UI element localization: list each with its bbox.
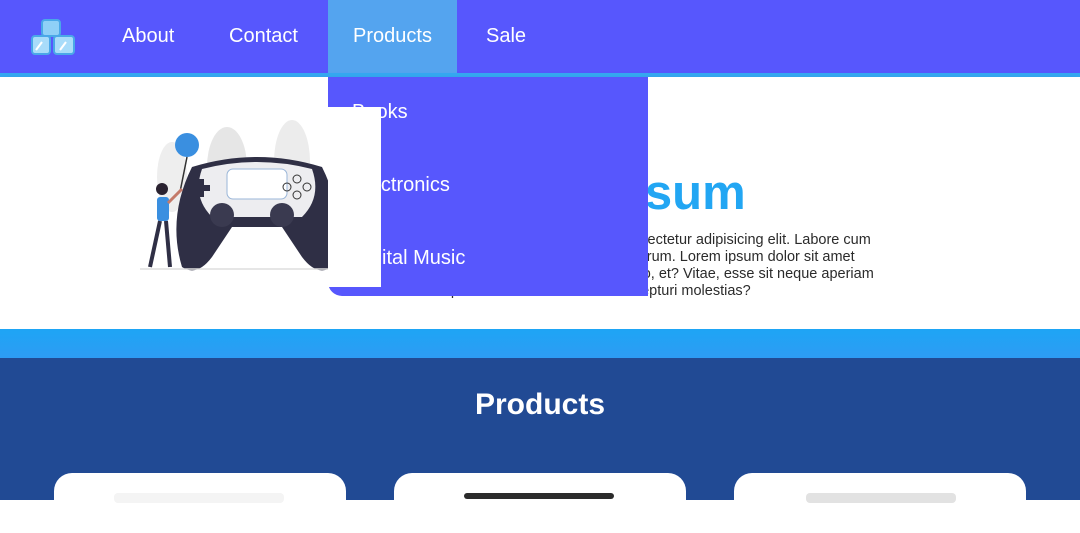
hero-bottom-band xyxy=(0,329,1080,358)
nav-about[interactable]: About xyxy=(122,0,174,73)
nav-sale[interactable]: Sale xyxy=(486,0,526,73)
product-image xyxy=(114,493,284,503)
product-card[interactable] xyxy=(734,473,1026,533)
products-section: Products xyxy=(0,358,1080,533)
ice-cubes-logo-icon[interactable] xyxy=(30,18,78,60)
product-card[interactable] xyxy=(54,473,346,533)
product-image xyxy=(464,493,614,499)
top-navbar: About Contact Products Sale xyxy=(0,0,1080,77)
illustration-overlap-panel xyxy=(328,107,381,287)
nav-products[interactable]: Products xyxy=(328,0,457,73)
product-image xyxy=(806,493,956,503)
products-heading: Products xyxy=(474,388,606,421)
nav-contact[interactable]: Contact xyxy=(229,0,298,73)
product-card[interactable] xyxy=(394,473,686,533)
